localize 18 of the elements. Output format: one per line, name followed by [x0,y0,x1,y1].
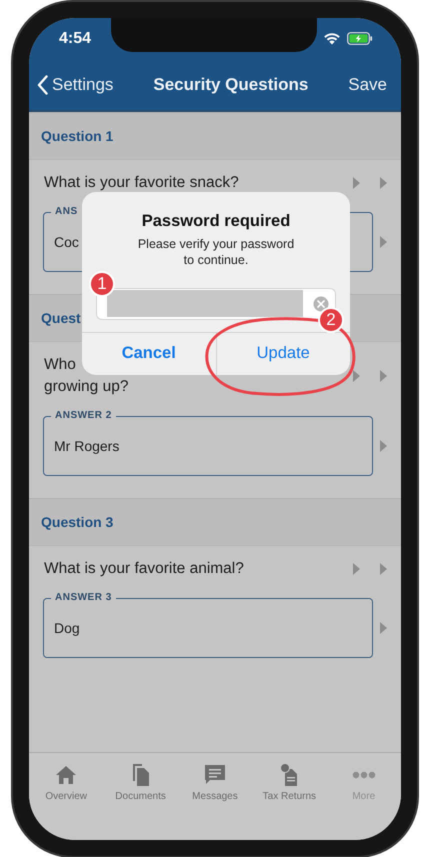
section-heading: Question 3 [41,514,114,530]
dialog-title: Password required [142,212,290,230]
section-heading: Question 1 [41,128,114,144]
answer-label: ANS [51,206,82,216]
dialog-message: Please verify your password to continue. [138,236,294,268]
answer-label: ANSWER 3 [51,592,116,602]
question-text: Who [44,354,76,374]
answer-value: Mr Rogers [54,438,120,454]
back-label: Settings [52,74,114,94]
question-text: growing up? [44,376,128,396]
answer-value: Dog [54,620,80,636]
answer-value: Coc [54,234,79,250]
section-heading: Quest [41,310,81,326]
question-text: What is your favorite animal? [44,558,244,578]
screen-title: Security Questions [153,74,308,94]
answer-label: ANSWER 2 [51,410,116,420]
question-text: What is your favorite snack? [44,172,239,192]
status-time: 4:54 [59,30,92,48]
